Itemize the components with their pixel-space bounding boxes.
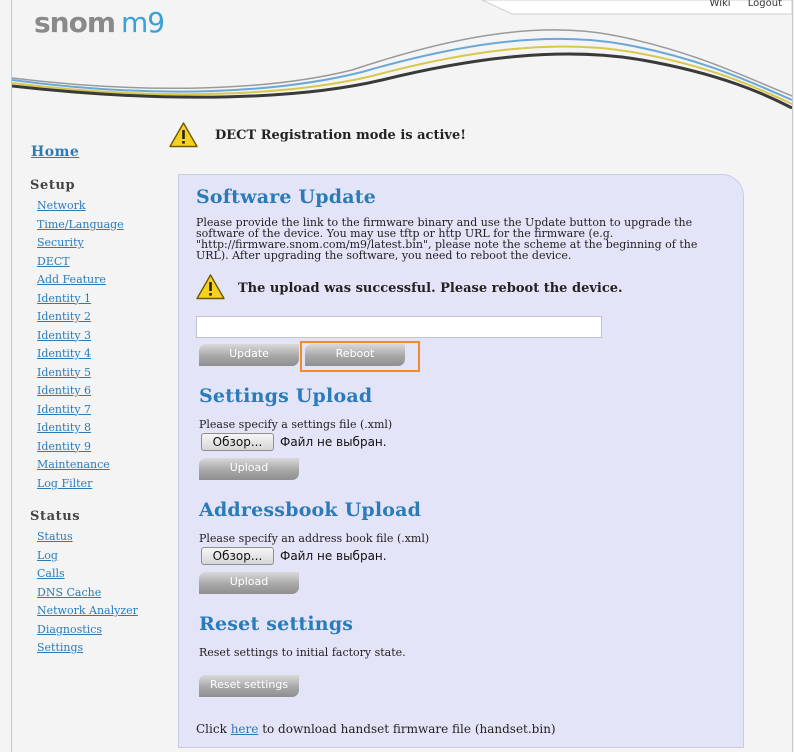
sidebar-item-maintenance[interactable]: Maintenance [37, 456, 170, 475]
page-frame-right [792, 0, 793, 752]
addressbook-upload-title: Addressbook Upload [199, 499, 422, 521]
setup-heading: Setup [30, 178, 76, 193]
sidebar-home[interactable]: Home [31, 144, 170, 160]
dect-registration-message: DECT Registration mode is active! [215, 128, 466, 143]
description-line: URL). After upgrading the software, you … [196, 249, 572, 262]
header: snom m9 Wiki Logout [12, 0, 792, 122]
reset-settings-button[interactable]: Reset settings [199, 675, 299, 697]
sidebar-item-dect[interactable]: DECT [37, 253, 170, 272]
top-links: Wiki Logout [696, 0, 782, 9]
addressbook-upload-description: Please specify an address book file (.xm… [199, 532, 430, 545]
reset-settings-title: Reset settings [199, 613, 354, 635]
sidebar-item-time-language[interactable]: Time/Language [37, 216, 170, 235]
addressbook-upload-button[interactable]: Upload [199, 572, 299, 594]
status-heading: Status [30, 509, 81, 524]
software-update-description: Please provide the link to the firmware … [196, 217, 697, 261]
sidebar-item-identity-3[interactable]: Identity 3 [37, 327, 170, 346]
addressbook-no-file-label: Файл не выбран. [280, 549, 387, 563]
settings-no-file-label: Файл не выбран. [280, 435, 387, 449]
sidebar-item-network-analyzer[interactable]: Network Analyzer [37, 602, 170, 621]
setup-menu: Network Time/Language Security DECT Add … [30, 197, 170, 493]
settings-browse-button[interactable]: Обзор... [201, 433, 274, 451]
sidebar-item-network[interactable]: Network [37, 197, 170, 216]
sidebar-item-calls[interactable]: Calls [37, 565, 170, 584]
status-menu: Status Log Calls DNS Cache Network Analy… [30, 528, 170, 658]
software-update-title: Software Update [196, 186, 377, 208]
sidebar-item-log[interactable]: Log [37, 547, 170, 566]
reboot-highlight [300, 341, 420, 372]
warning-icon [196, 274, 225, 300]
sidebar-item-identity-2[interactable]: Identity 2 [37, 308, 170, 327]
sidebar-item-dns-cache[interactable]: DNS Cache [37, 584, 170, 603]
sidebar-item-add-feature[interactable]: Add Feature [37, 271, 170, 290]
settings-upload-description: Please specify a settings file (.xml) [199, 418, 393, 431]
sidebar-item-identity-7[interactable]: Identity 7 [37, 401, 170, 420]
sidebar-item-diagnostics[interactable]: Diagnostics [37, 621, 170, 640]
logo-model: m9 [121, 6, 165, 39]
sidebar-item-settings[interactable]: Settings [37, 639, 170, 658]
update-button[interactable]: Update [199, 344, 299, 366]
sidebar: Home Setup Network Time/Language Securit… [30, 144, 170, 658]
wiki-link[interactable]: Wiki [710, 0, 731, 9]
handset-suffix: to download handset firmware file (hands… [262, 722, 556, 736]
sidebar-item-identity-9[interactable]: Identity 9 [37, 438, 170, 457]
sidebar-item-identity-8[interactable]: Identity 8 [37, 419, 170, 438]
sidebar-item-status[interactable]: Status [37, 528, 170, 547]
upload-success-message: The upload was successful. Please reboot… [238, 281, 623, 296]
settings-upload-button[interactable]: Upload [199, 458, 299, 480]
sidebar-item-identity-4[interactable]: Identity 4 [37, 345, 170, 364]
handset-prefix: Click [196, 722, 227, 736]
sidebar-item-security[interactable]: Security [37, 234, 170, 253]
handset-download-link[interactable]: here [231, 722, 259, 736]
sidebar-item-identity-5[interactable]: Identity 5 [37, 364, 170, 383]
logout-link[interactable]: Logout [748, 0, 782, 9]
handset-download-line: Click here to download handset firmware … [196, 723, 556, 735]
addressbook-browse-button[interactable]: Обзор... [201, 547, 274, 565]
logo-brand: snom [34, 6, 116, 39]
sidebar-item-identity-1[interactable]: Identity 1 [37, 290, 170, 309]
sidebar-item-log-filter[interactable]: Log Filter [37, 475, 170, 494]
warning-icon [169, 122, 198, 148]
firmware-url-input[interactable] [196, 316, 602, 338]
sidebar-item-identity-6[interactable]: Identity 6 [37, 382, 170, 401]
snom-logo: snom m9 [34, 6, 165, 39]
settings-upload-title: Settings Upload [199, 385, 373, 407]
reset-settings-description: Reset settings to initial factory state. [199, 646, 406, 659]
